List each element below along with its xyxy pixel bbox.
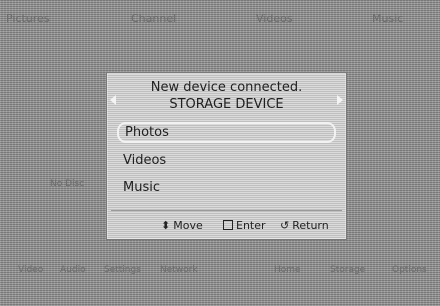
bg-bottom-label: Home <box>274 265 301 275</box>
bg-bottom-label: Audio <box>60 265 86 275</box>
hint-enter: Enter <box>223 219 266 232</box>
hint-return: ↺ Return <box>280 219 329 232</box>
bg-top-label: Videos <box>256 12 293 25</box>
hint-enter-label: Enter <box>236 219 266 232</box>
bg-top-label: Music <box>372 12 404 25</box>
new-device-dialog: New device connected. STORAGE DEVICE Pho… <box>106 72 347 240</box>
bg-bottom-label: Settings <box>104 265 141 275</box>
bg-bottom-label: Options <box>392 265 427 275</box>
bg-top-label: Pictures <box>6 12 50 25</box>
dialog-divider <box>111 210 342 211</box>
bg-side-label: No Disc <box>50 179 85 189</box>
bg-top-label: Channel <box>131 12 177 25</box>
hint-return-label: Return <box>292 219 329 232</box>
bg-bottom-label: Storage <box>330 265 366 275</box>
menu-item-music[interactable]: Music <box>117 177 336 198</box>
menu-item-photos[interactable]: Photos <box>117 122 336 143</box>
hint-move: ⬍ Move <box>161 219 203 232</box>
updown-arrows-icon: ⬍ <box>161 219 171 232</box>
bg-bottom-label: Video <box>18 265 44 275</box>
dialog-title: New device connected. <box>150 80 303 95</box>
hint-move-label: Move <box>173 219 203 232</box>
enter-icon <box>223 220 233 230</box>
screen: { "background": { "top_labels": ["Pictur… <box>0 0 440 306</box>
return-icon: ↺ <box>280 219 290 232</box>
dialog-subtitle: STORAGE DEVICE <box>169 97 284 112</box>
menu-item-videos[interactable]: Videos <box>117 150 336 171</box>
bg-bottom-label: Network <box>160 265 198 275</box>
